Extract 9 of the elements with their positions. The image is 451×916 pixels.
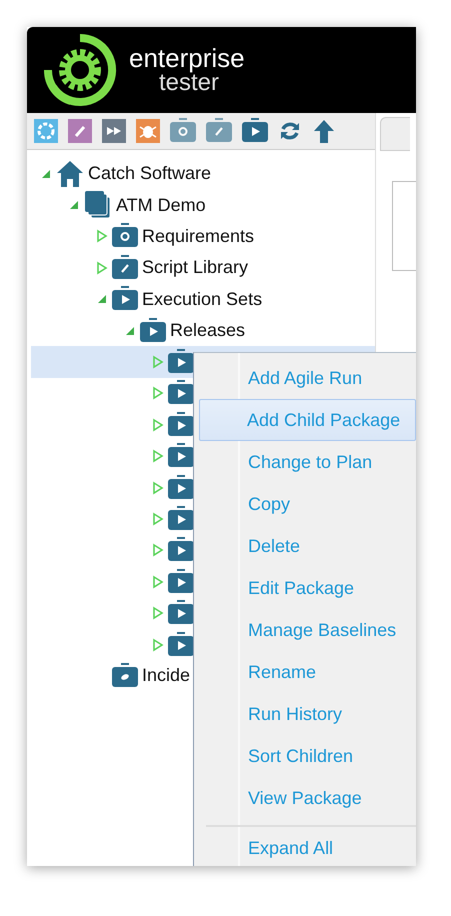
tree-item-label: Incide — [142, 664, 190, 688]
tree-item-label: Releases — [170, 319, 246, 342]
tree-item-label: Script Library — [142, 256, 248, 280]
logo-text: enterprise — [129, 45, 245, 71]
logo-text: tester — [159, 71, 220, 95]
tree-item-label: Catch Software — [88, 162, 212, 186]
tree-item-label: Requirements — [142, 224, 254, 248]
tree-item-label: ATM Demo — [116, 194, 206, 217]
tree-item-label: Execution Sets — [142, 288, 262, 311]
